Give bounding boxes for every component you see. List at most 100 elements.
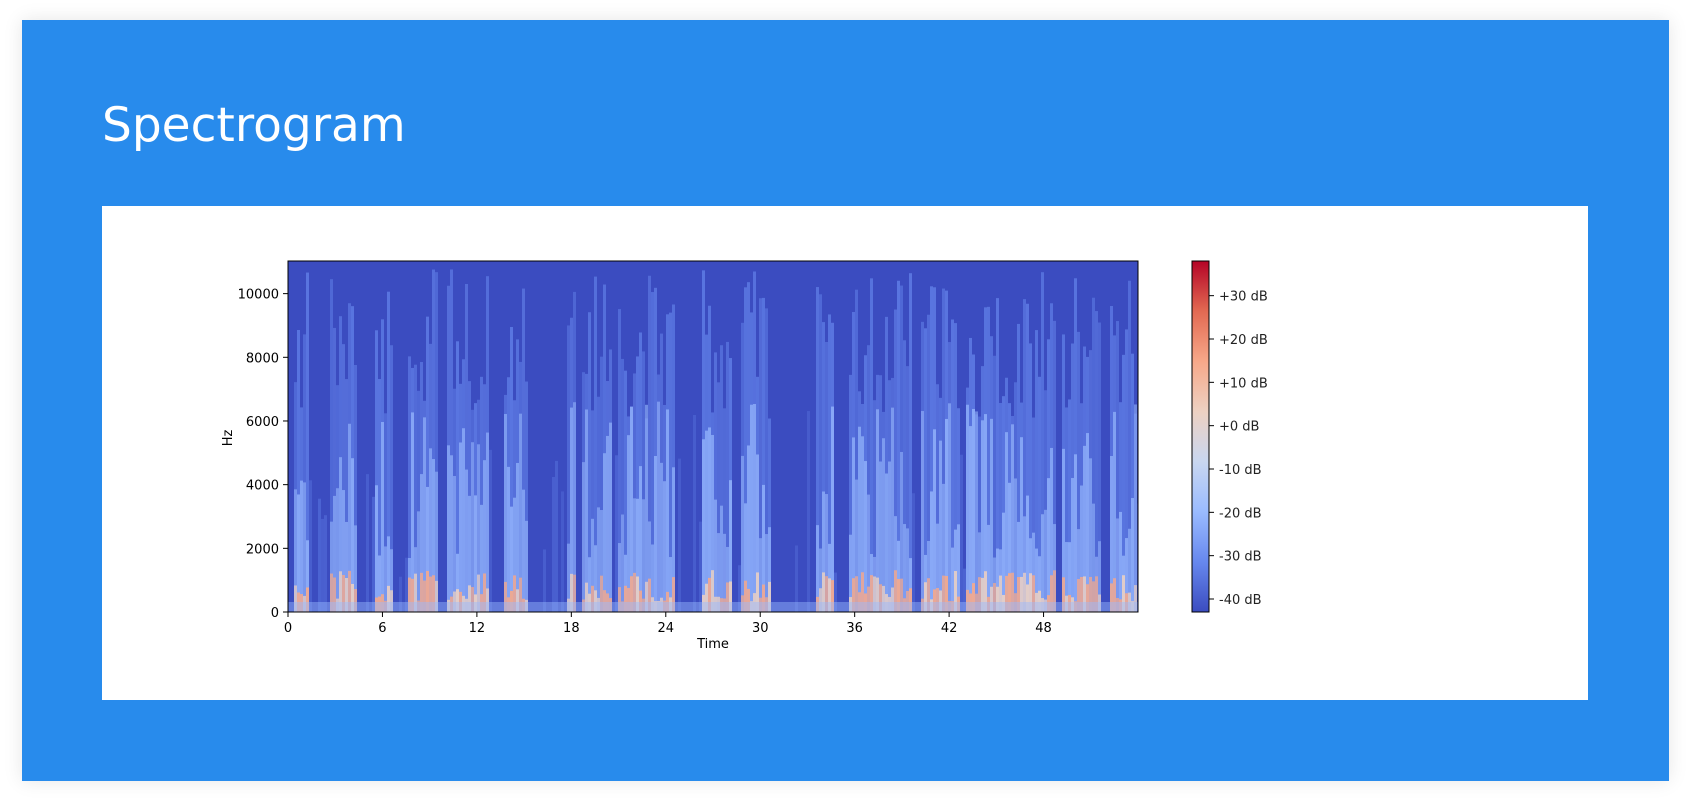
spectrogram-column [300, 480, 303, 612]
spectrogram-column [969, 426, 972, 612]
spectrogram-column [561, 491, 564, 612]
x-tick-label: 18 [563, 621, 580, 636]
y-tick-label: 2000 [246, 542, 279, 557]
spectrogram-column [933, 429, 936, 612]
spectrogram-column [666, 409, 669, 612]
x-tick-label: 0 [284, 621, 292, 636]
x-tick-label: 30 [752, 621, 769, 636]
spectrogram-column [621, 514, 624, 612]
colorbar-tick-label: -10 dB [1219, 463, 1262, 478]
spectrogram-column [303, 482, 306, 612]
spectrogram-column [750, 404, 753, 612]
spectrogram-column [960, 454, 963, 612]
spectrogram-column [912, 493, 915, 612]
spectrogram-column [654, 455, 657, 612]
spectrogram-column [459, 442, 462, 612]
spectrogram-column [1014, 478, 1017, 612]
spectrogram-column [807, 411, 810, 612]
spectrogram-column [990, 418, 993, 612]
spectrogram-chart: 0 6 12 18 24 30 36 42 48 0200040006000800010000 … [221, 260, 1268, 652]
x-axis-label: Time [696, 637, 729, 652]
colorbar-scale [1191, 260, 1210, 613]
spectrogram-column [372, 496, 375, 612]
spectrogram-column [450, 455, 453, 612]
spectrogram-column [702, 439, 705, 612]
colorbar-tick-label: +0 dB [1219, 420, 1259, 435]
colorbar-tick-label: -20 dB [1219, 506, 1262, 521]
x-tick-label: 6 [378, 621, 386, 636]
spectrogram-column [447, 445, 450, 612]
spectrogram-column [525, 520, 528, 612]
plot-area [287, 260, 1139, 613]
y-tick-label: 4000 [246, 479, 279, 494]
spectrogram-column [747, 445, 750, 612]
spectrogram-column [417, 511, 420, 612]
spectrogram-column [930, 491, 933, 612]
colorbar-tick-label: +20 dB [1219, 333, 1268, 348]
spectrogram-column [585, 409, 588, 612]
spectrogram-column [948, 403, 951, 612]
spectrogram-column [741, 455, 744, 612]
y-axis: 0 2000 4000 6000 8000 10000 [238, 288, 288, 621]
spectrogram-column [507, 466, 510, 612]
spectrogram-column [1071, 477, 1074, 612]
x-tick-label: 48 [1035, 621, 1052, 636]
spectrogram-column [921, 411, 924, 612]
x-tick-label: 24 [658, 621, 675, 636]
spectrogram-column [489, 449, 492, 612]
y-axis-label: Hz [221, 430, 236, 447]
spectrogram-column [606, 435, 609, 612]
spectrogram-column [858, 426, 861, 612]
spectrogram-column [462, 428, 465, 612]
page-title: Spectrogram [102, 98, 406, 153]
spectrogram-column [888, 461, 891, 612]
spectrogram-column [321, 518, 324, 612]
spectrogram-column [522, 489, 525, 612]
spectrogram-column [939, 440, 942, 612]
y-tick-label: 10000 [238, 288, 279, 303]
spectrogram-column [552, 476, 555, 612]
spectrogram-column [603, 453, 606, 612]
spectrogram-column [582, 462, 585, 612]
spectrogram-column [486, 432, 489, 612]
spectrogram-column [864, 461, 867, 612]
spectrogram-column [657, 401, 660, 612]
spectrogram-column [642, 499, 645, 612]
spectrogram-column [1041, 514, 1044, 612]
spectrogram-column [1134, 404, 1137, 612]
spectrogram-column [645, 404, 648, 612]
y-tick-label: 8000 [246, 351, 279, 366]
spectrogram-column [1119, 511, 1122, 612]
spectrogram-column [891, 407, 894, 612]
spectrogram-column [693, 414, 696, 612]
spectrogram-column [375, 485, 378, 612]
x-tick-label: 12 [469, 621, 486, 636]
spectrogram-column [975, 411, 978, 612]
spectrogram-column [1047, 478, 1050, 612]
spectrogram-column [660, 462, 663, 612]
x-axis: 0 6 12 18 24 30 36 42 48 [284, 612, 1052, 636]
spectrogram-column [1116, 518, 1119, 612]
spectrogram-column [1074, 454, 1077, 612]
colorbar: +30 dB +20 dB +10 dB +0 dB -10 dB -20 dB -30 d… [1191, 260, 1268, 613]
spectrogram-column [597, 507, 600, 612]
chart-card: 0 6 12 18 24 30 36 42 48 0 2000 4000 6000 8000 10000 … [102, 206, 1588, 700]
spectrogram-column [1131, 498, 1134, 612]
spectrogram-column [720, 505, 723, 612]
colorbar-tick-label: +30 dB [1219, 290, 1268, 305]
spectrogram-column [972, 408, 975, 612]
spectrogram-column [714, 499, 717, 612]
spectrogram-column [753, 403, 756, 612]
spectrogram-column [555, 460, 558, 612]
spectrogram-column [465, 469, 468, 612]
y-tick-label: 0 [271, 606, 279, 621]
spectrogram-column [309, 480, 312, 612]
page-container: Spectrogram 0 6 12 18 24 30 36 42 48 0 2000 4000 60… [22, 20, 1669, 781]
spectrogram-column [639, 466, 642, 612]
spectrogram-column [324, 515, 327, 612]
spectrogram-column [318, 498, 321, 612]
spectrogram-column [615, 455, 618, 612]
colorbar-ticks: +30 dB +20 dB +10 dB +0 dB -10 dB -20 dB -30 d… [1209, 290, 1268, 608]
colorbar-tick-label: -30 dB [1219, 550, 1262, 565]
spectrogram-column [1044, 509, 1047, 612]
